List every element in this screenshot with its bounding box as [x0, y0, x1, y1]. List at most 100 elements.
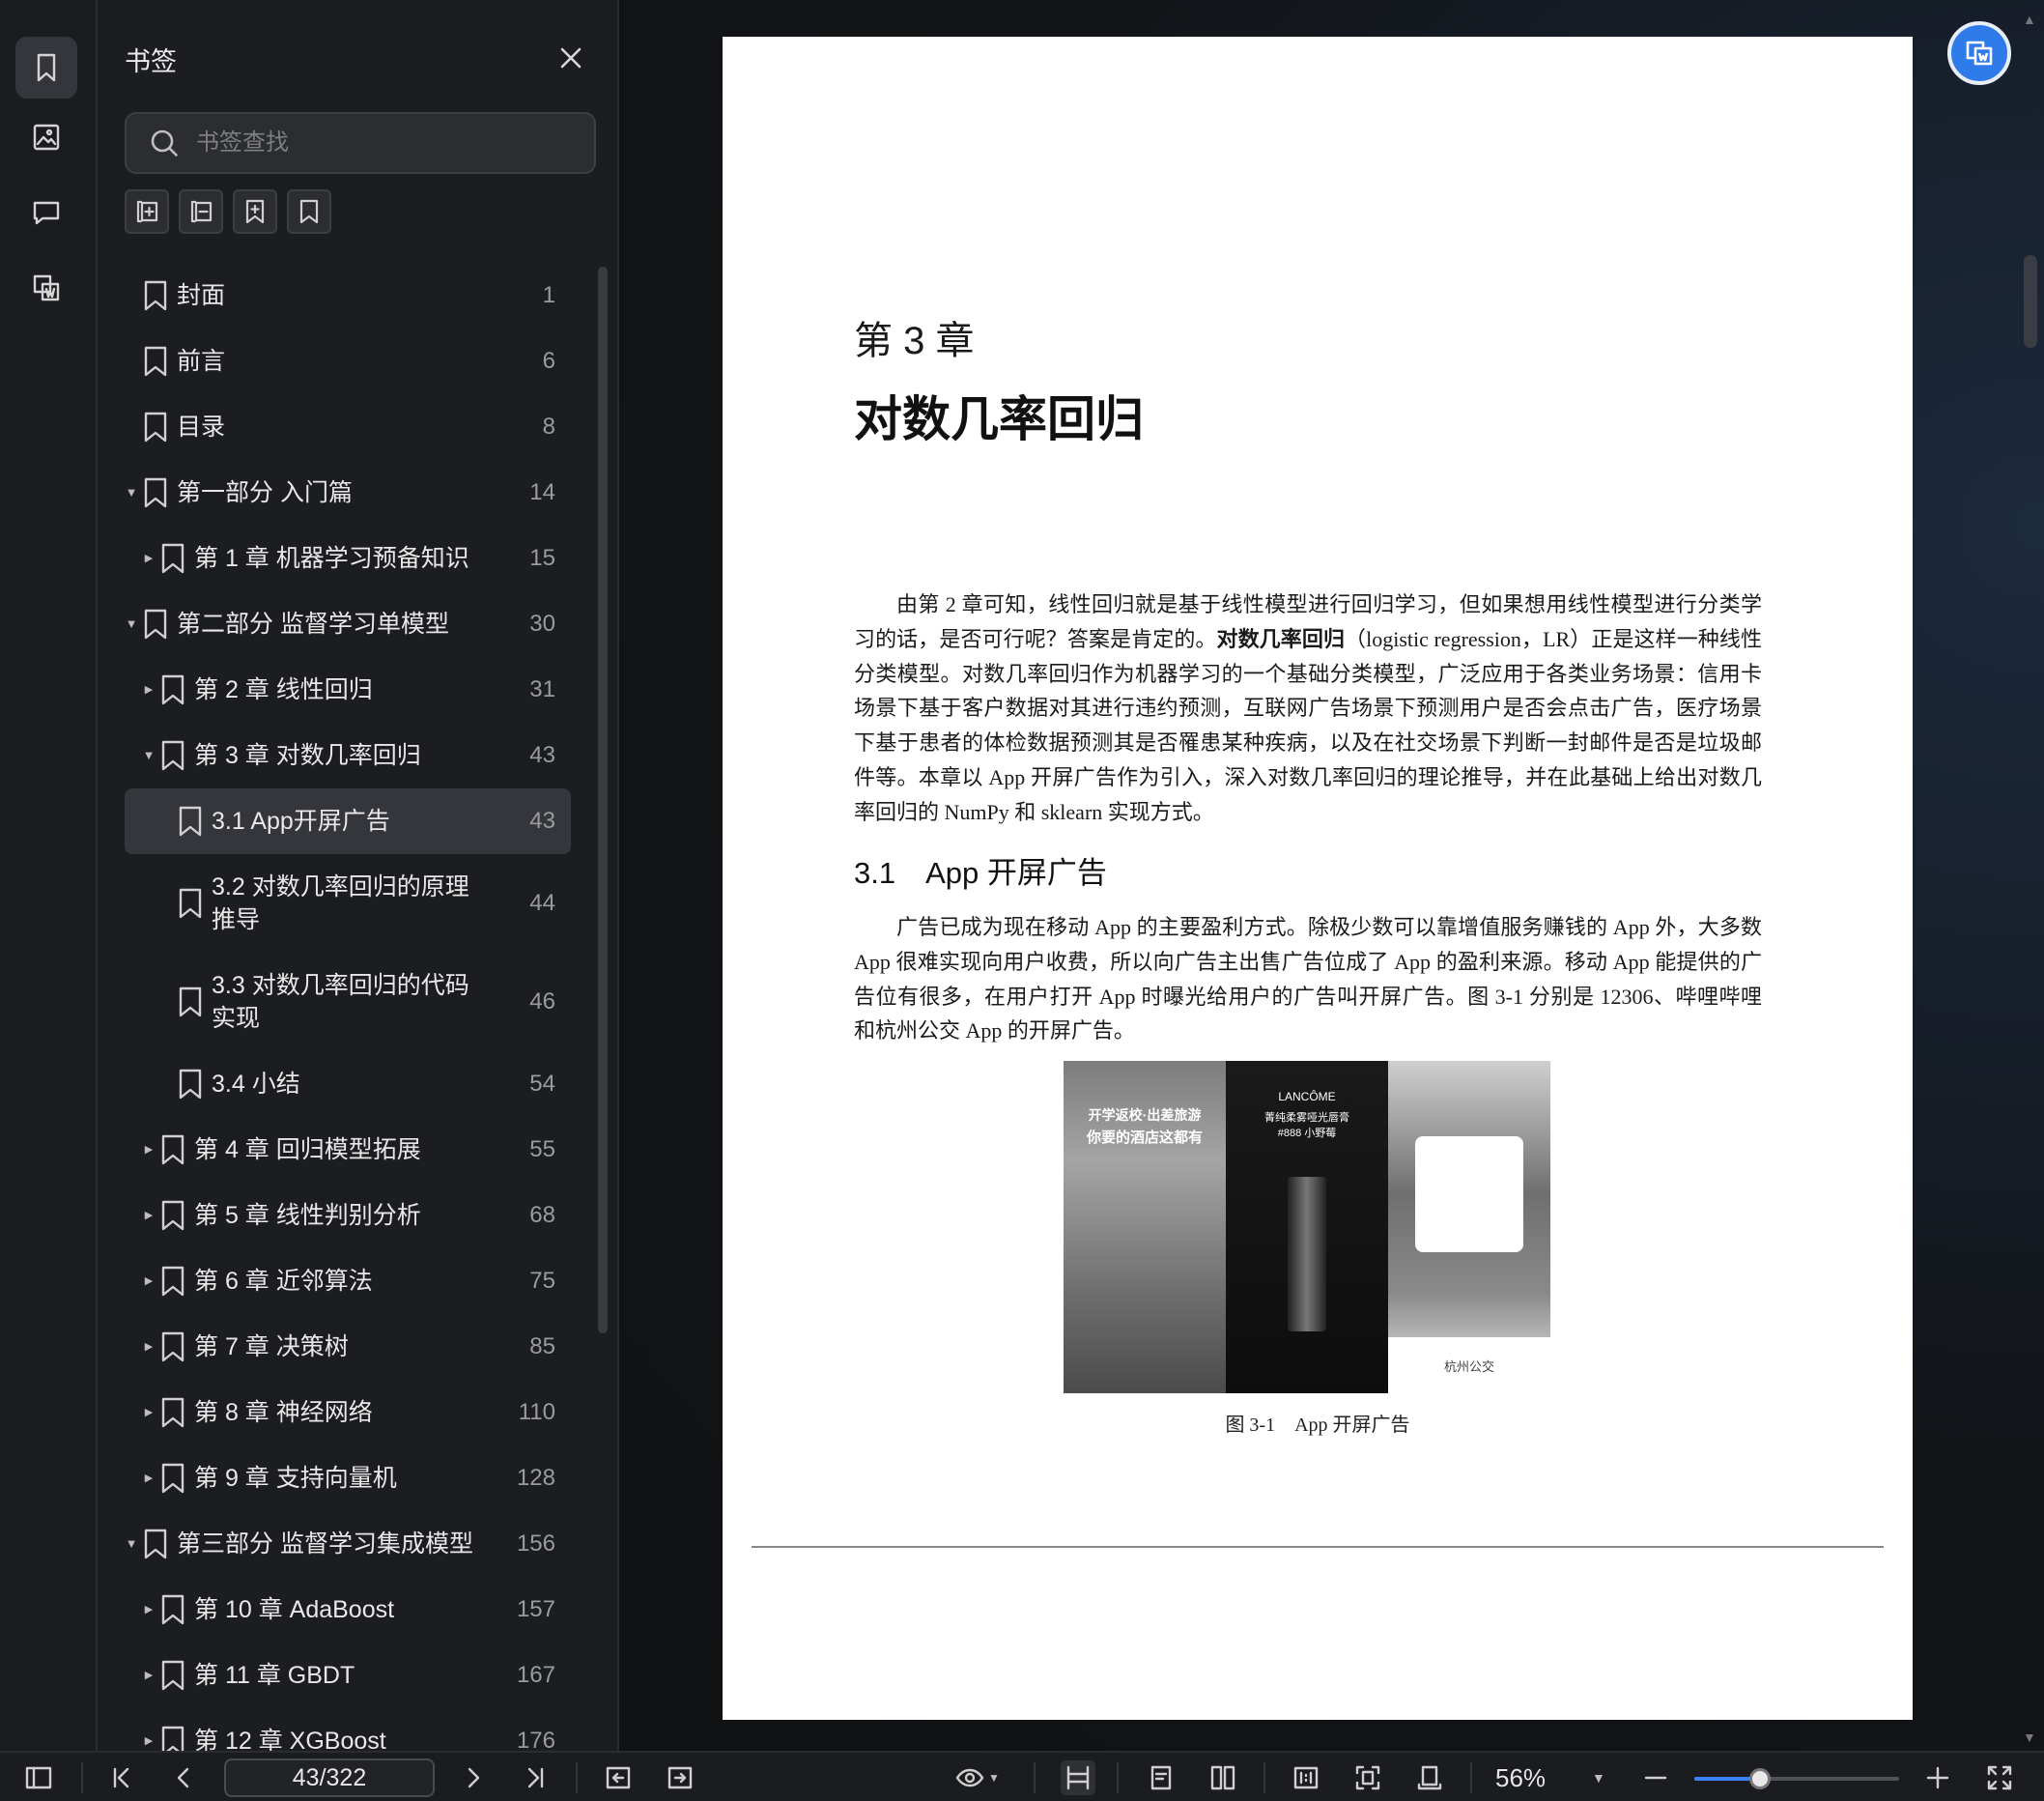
bookmark-label: 第 6 章 近邻算法 [194, 1268, 373, 1295]
ad2-product: 菁纯柔雾哑光唇膏 [1264, 1112, 1349, 1124]
actual-size-icon[interactable] [1289, 1760, 1323, 1795]
caret-right-icon[interactable]: ▶ [142, 683, 156, 697]
bookmark-item[interactable]: 目录 8 [125, 394, 571, 460]
bookmark-item[interactable]: 3.3 对数几率回归的代码实现 46 [125, 953, 571, 1051]
bookmark-item[interactable]: ▼ 第三部分 监督学习集成模型 156 [125, 1511, 571, 1577]
bookmark-item[interactable]: ▶ 第 12 章 XGBoost 176 [125, 1708, 571, 1751]
expand-all-icon[interactable] [125, 189, 169, 234]
bookmark-item[interactable]: ▼ 第 3 章 对数几率回归 43 [125, 723, 571, 788]
bookmark-label: 目录 [177, 414, 226, 441]
bookmark-page-number: 167 [516, 1662, 555, 1688]
bookmark-item[interactable]: ▶ 第 11 章 GBDT 167 [125, 1643, 571, 1708]
intro-term-bold: 对数几率回归 [1216, 626, 1346, 651]
scroll-down-arrow-icon[interactable]: ▼ [2023, 1730, 2036, 1745]
bookmark-icon [142, 345, 169, 378]
toolbar-separator [81, 1762, 83, 1793]
bookmark-item[interactable]: ▶ 第 4 章 回归模型拓展 55 [125, 1117, 571, 1183]
thumbnails-tab-icon[interactable] [15, 106, 77, 168]
fit-page-icon[interactable] [1350, 1760, 1385, 1795]
bookmark-item[interactable]: ▶ 第 10 章 AdaBoost 157 [125, 1577, 571, 1643]
fullscreen-icon[interactable] [1982, 1760, 2017, 1795]
panel-scrollbar[interactable] [598, 267, 608, 1333]
last-page-icon[interactable] [518, 1760, 553, 1795]
ad-screenshot-12306: 开学返校·出差旅游 你要的酒店这都有 [1064, 1061, 1226, 1393]
comments-tab-icon[interactable] [15, 182, 77, 243]
toolbar-separator [1263, 1762, 1265, 1793]
bookmark-item[interactable]: 前言 6 [125, 329, 571, 394]
bookmark-label: 第 9 章 支持向量机 [194, 1465, 397, 1492]
ad1-subheadline: 你要的酒店这都有 [1086, 1129, 1203, 1146]
bookmark-item[interactable]: ▶ 第 7 章 决策树 85 [125, 1314, 571, 1380]
bookmark-item[interactable]: 3.1 App开屏广告 43 [125, 788, 571, 854]
caret-right-icon[interactable]: ▶ [142, 1603, 156, 1616]
fit-width-icon[interactable] [1061, 1760, 1095, 1795]
page-number-input[interactable]: 43/322 [224, 1758, 435, 1797]
bookmarks-tab-icon[interactable] [15, 37, 77, 99]
caret-right-icon[interactable]: ▶ [142, 1143, 156, 1157]
bookmark-item[interactable]: ▶ 第 8 章 神经网络 110 [125, 1380, 571, 1445]
zoom-out-icon[interactable] [1638, 1760, 1673, 1795]
add-bookmark-icon[interactable] [233, 189, 277, 234]
intro-paragraph: 由第 2 章可知，线性回归就是基于线性模型进行回归学习，但如果想用线性模型进行分… [854, 587, 1762, 830]
single-page-icon[interactable] [1144, 1760, 1178, 1795]
bookmark-item[interactable]: 3.4 小结 54 [125, 1051, 571, 1117]
scroll-up-arrow-icon[interactable]: ▲ [2023, 12, 2036, 27]
bookmark-item[interactable]: ▼ 第二部分 监督学习单模型 30 [125, 591, 571, 657]
pdf-reader-window: 书签 封面 1 前言 6 目录 8 ▼ 第一部分 入门篇 14 ▶ 第 1 章 机器学习预备知识 15… [0, 0, 2044, 1801]
caret-down-icon[interactable]: ▼ [125, 617, 138, 631]
caret-right-icon[interactable]: ▶ [142, 1472, 156, 1485]
bookmark-label: 第 10 章 AdaBoost [194, 1596, 395, 1623]
bookmark-page-number: 110 [518, 1399, 555, 1425]
chapter-number: 第 3 章 [854, 320, 975, 362]
zoom-slider-handle[interactable] [1748, 1768, 1771, 1789]
go-forward-icon[interactable] [663, 1760, 697, 1795]
caret-right-icon[interactable]: ▶ [142, 1340, 156, 1354]
first-page-icon[interactable] [104, 1760, 139, 1795]
caret-right-icon[interactable]: ▶ [142, 1209, 156, 1222]
pdf-page: 第 3 章 对数几率回归 由第 2 章可知，线性回归就是基于线性模型进行回归学习… [723, 37, 1913, 1720]
bookmark-item[interactable]: ▶ 第 9 章 支持向量机 128 [125, 1445, 571, 1511]
bookmark-item[interactable]: ▶ 第 2 章 线性回归 31 [125, 657, 571, 723]
caret-right-icon[interactable]: ▶ [142, 1669, 156, 1682]
caret-down-icon[interactable]: ▼ [125, 1537, 138, 1551]
bookmark-icon [142, 1528, 169, 1560]
toggle-sidebar-icon[interactable] [21, 1760, 56, 1795]
caret-right-icon[interactable]: ▶ [142, 1734, 156, 1748]
caret-right-icon[interactable]: ▶ [142, 1406, 156, 1419]
toolbar-separator [1117, 1762, 1119, 1793]
translate-float-icon[interactable] [1947, 21, 2011, 85]
bookmark-item[interactable]: ▶ 第 1 章 机器学习预备知识 15 [125, 526, 571, 591]
caret-right-icon[interactable]: ▶ [142, 1274, 156, 1288]
next-page-icon[interactable] [456, 1760, 491, 1795]
bookmark-item[interactable]: ▶ 第 6 章 近邻算法 75 [125, 1248, 571, 1314]
caret-down-icon[interactable]: ▼ [142, 749, 156, 762]
zoom-in-icon[interactable] [1920, 1760, 1955, 1795]
bookmark-item[interactable]: 封面 1 [125, 263, 571, 329]
bookmark-search-box[interactable] [125, 112, 596, 174]
zoom-slider[interactable] [1694, 1768, 1899, 1789]
bookmark-list: 封面 1 前言 6 目录 8 ▼ 第一部分 入门篇 14 ▶ 第 1 章 机器学习预备知识 15 ▼ 第二… [125, 263, 571, 1751]
toolbar-separator [1034, 1762, 1036, 1793]
close-icon[interactable] [555, 43, 586, 73]
bookmark-item[interactable]: ▼ 第一部分 入门篇 14 [125, 460, 571, 526]
collapse-all-icon[interactable] [179, 189, 223, 234]
go-back-icon[interactable] [601, 1760, 636, 1795]
bookmark-item[interactable]: 3.2 对数几率回归的原理推导 44 [125, 854, 571, 953]
view-mode-eye-icon[interactable]: ▼ [951, 1760, 1005, 1795]
bookmark-icon [159, 1133, 186, 1166]
bookmark-item[interactable]: ▶ 第 5 章 线性判别分析 68 [125, 1183, 571, 1248]
caret-down-icon[interactable]: ▼ [125, 486, 138, 500]
translate-tab-icon[interactable] [15, 257, 77, 319]
previous-page-icon[interactable] [166, 1760, 201, 1795]
chevron-down-icon[interactable]: ▼ [1592, 1770, 1605, 1786]
bookmark-page-number: 44 [529, 890, 555, 916]
bookmark-search-input[interactable] [196, 129, 563, 157]
bookmark-icon [159, 1462, 186, 1495]
bookmark-icon[interactable] [287, 189, 331, 234]
ad3-app-name: 杭州公交 [1443, 1359, 1494, 1374]
bookmark-label: 第 1 章 机器学习预备知识 [194, 545, 469, 572]
two-page-icon[interactable] [1206, 1760, 1240, 1795]
caret-right-icon[interactable]: ▶ [142, 552, 156, 565]
rotate-page-icon[interactable] [1412, 1760, 1447, 1795]
document-scrollbar[interactable] [2024, 255, 2037, 348]
